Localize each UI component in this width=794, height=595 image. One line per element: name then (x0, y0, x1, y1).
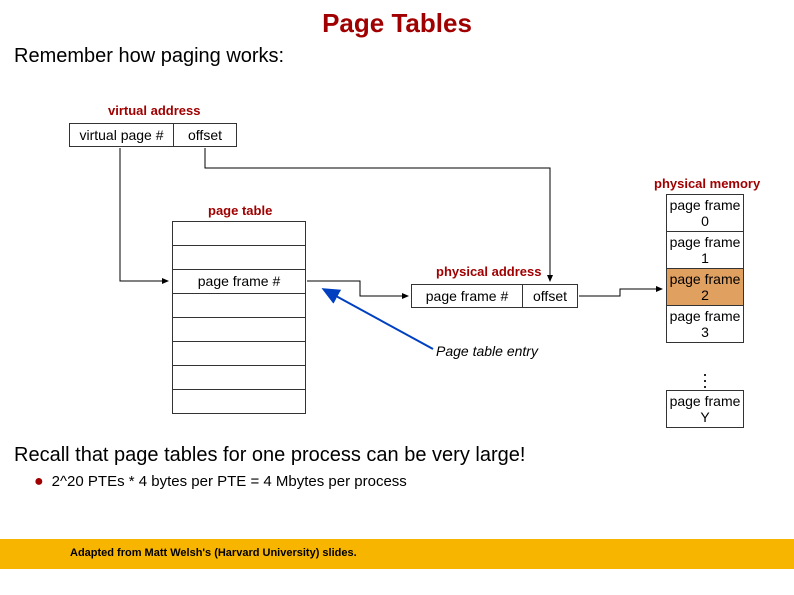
page-table-row (172, 342, 306, 366)
ellipsis-icon: ... (666, 367, 744, 385)
page-frame-2: page frame 2 (666, 269, 744, 306)
page-table: page frame # (172, 221, 306, 414)
bullet-item: ●2^20 PTEs * 4 bytes per PTE = 4 Mbytes … (0, 471, 794, 491)
virtual-offset-box: offset (173, 123, 237, 147)
slide-title: Page Tables (0, 0, 794, 39)
page-table-row (172, 246, 306, 270)
page-table-row (172, 294, 306, 318)
page-frame-1: page frame 1 (666, 232, 744, 269)
bullet-icon: ● (34, 473, 52, 490)
physical-memory-label: physical memory (654, 176, 760, 191)
recall-text: Recall that page tables for one process … (0, 438, 794, 471)
virtual-address-label: virtual address (108, 103, 201, 118)
slide-subtitle: Remember how paging works: (0, 39, 794, 68)
physical-offset-box: offset (522, 284, 578, 308)
page-table-entry-label: Page table entry (436, 343, 538, 359)
physical-address-label: physical address (436, 264, 542, 279)
page-table-row (172, 222, 306, 246)
page-table-row (172, 390, 306, 414)
bullet-text: 2^20 PTEs * 4 bytes per PTE = 4 Mbytes p… (52, 473, 407, 490)
page-table-label: page table (208, 203, 272, 218)
page-frame-0: page frame 0 (666, 195, 744, 232)
page-frame-3: page frame 3 (666, 306, 744, 343)
physical-page-frame-box: page frame # (411, 284, 523, 308)
page-table-row-active: page frame # (172, 270, 306, 294)
page-frame-Y: page frame Y (666, 390, 744, 428)
page-table-row (172, 318, 306, 342)
physical-memory: page frame 0 page frame 1 page frame 2 p… (666, 194, 744, 343)
paging-diagram: virtual address virtual page # offset pa… (0, 68, 794, 438)
credit-text: Adapted from Matt Welsh's (Harvard Unive… (70, 547, 357, 559)
virtual-page-number-box: virtual page # (69, 123, 174, 147)
page-table-row (172, 366, 306, 390)
